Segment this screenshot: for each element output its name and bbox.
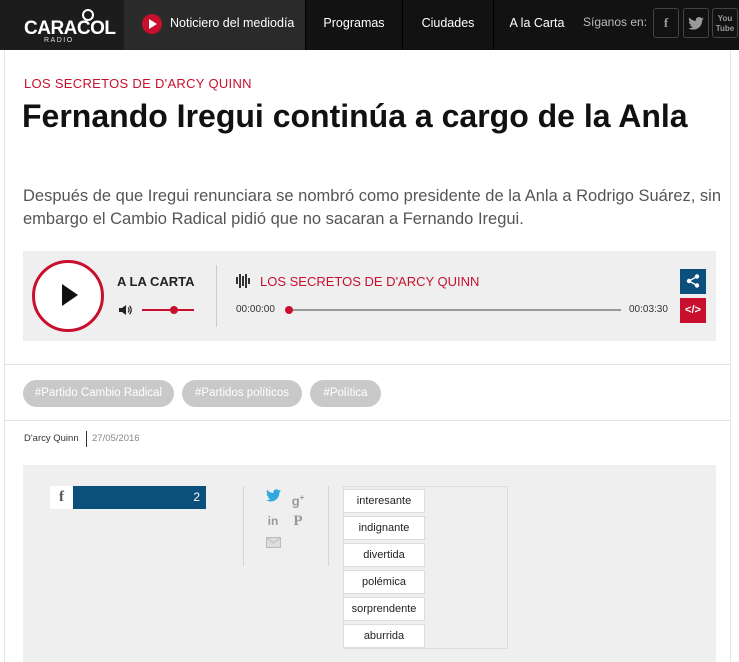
byline-separator bbox=[86, 431, 87, 447]
progress-handle[interactable] bbox=[285, 306, 293, 314]
nav-item-programas[interactable]: Programas bbox=[306, 0, 403, 50]
reaction-sorprendente[interactable]: sorprendente bbox=[343, 597, 425, 621]
nav-item-ciudades[interactable]: Ciudades bbox=[403, 0, 494, 50]
play-button[interactable] bbox=[32, 260, 104, 332]
embed-button[interactable]: </> bbox=[680, 298, 706, 323]
duration-time: 00:03:30 bbox=[629, 304, 668, 315]
player-divider bbox=[216, 265, 217, 327]
reaction-polemica[interactable]: polémica bbox=[343, 570, 425, 594]
progress-bar[interactable] bbox=[288, 309, 621, 311]
google-plus-icon[interactable]: g+ bbox=[288, 488, 308, 508]
facebook-share-icon[interactable]: f bbox=[50, 486, 73, 509]
twitter-icon[interactable] bbox=[683, 8, 709, 38]
divider-middle bbox=[4, 420, 730, 421]
reaction-interesante[interactable]: interesante bbox=[343, 489, 425, 513]
nav-live-label: Noticiero del mediodía bbox=[170, 16, 295, 30]
article-headline: Fernando Iregui continúa a cargo de la A… bbox=[22, 98, 688, 134]
linkedin-icon[interactable]: in bbox=[263, 511, 283, 531]
divider-top bbox=[4, 364, 730, 365]
volume-slider[interactable] bbox=[142, 309, 194, 311]
nav-live-item[interactable]: Noticiero del mediodía bbox=[124, 0, 306, 50]
facebook-icon[interactable]: f bbox=[653, 8, 679, 38]
top-navigation: CARACOL RADIO Noticiero del mediodía Pro… bbox=[0, 0, 739, 50]
player-label: A LA CARTA bbox=[117, 274, 195, 289]
section-label[interactable]: LOS SECRETOS DE D'ARCY QUINN bbox=[24, 76, 252, 91]
reaction-indignante[interactable]: indignante bbox=[343, 516, 425, 540]
publish-date: 27/05/2016 bbox=[92, 433, 140, 444]
share-button[interactable] bbox=[680, 269, 706, 294]
audio-wave-icon bbox=[236, 274, 250, 288]
volume-icon[interactable] bbox=[119, 304, 133, 319]
audio-player: A LA CARTA LOS SECRETOS DE D'ARCY QUINN … bbox=[23, 251, 716, 341]
tag-partidos-politicos[interactable]: #Partidos políticos bbox=[182, 380, 302, 407]
article-subtitle: Después de que Iregui renunciara se nomb… bbox=[23, 187, 722, 228]
twitter-share-icon[interactable] bbox=[263, 488, 283, 508]
youtube-icon[interactable]: You Tube bbox=[712, 8, 738, 38]
share-separator-right bbox=[328, 486, 329, 566]
volume-handle[interactable] bbox=[169, 306, 178, 314]
email-icon[interactable] bbox=[263, 534, 283, 554]
pinterest-icon[interactable]: P bbox=[288, 511, 308, 531]
live-play-icon bbox=[142, 14, 162, 34]
facebook-share-count[interactable]: 2 bbox=[73, 486, 206, 509]
author-name[interactable]: D'arcy Quinn bbox=[24, 433, 79, 444]
caracol-logo[interactable]: CARACOL RADIO bbox=[0, 0, 124, 50]
reaction-divertida[interactable]: divertida bbox=[343, 543, 425, 567]
follow-label: Síganos en: bbox=[583, 15, 648, 29]
tag-politica[interactable]: #Política bbox=[310, 380, 381, 407]
nav-item-a-la-carta[interactable]: A la Carta bbox=[494, 0, 580, 50]
current-time: 00:00:00 bbox=[236, 304, 275, 315]
share-separator-left bbox=[243, 486, 244, 566]
logo-subtext: RADIO bbox=[44, 37, 74, 44]
program-title[interactable]: LOS SECRETOS DE D'ARCY QUINN bbox=[260, 274, 479, 289]
tag-partido-cambio-radical[interactable]: #Partido Cambio Radical bbox=[23, 380, 174, 407]
logo-ring-icon bbox=[82, 9, 94, 21]
reaction-aburrida[interactable]: aburrida bbox=[343, 624, 425, 648]
